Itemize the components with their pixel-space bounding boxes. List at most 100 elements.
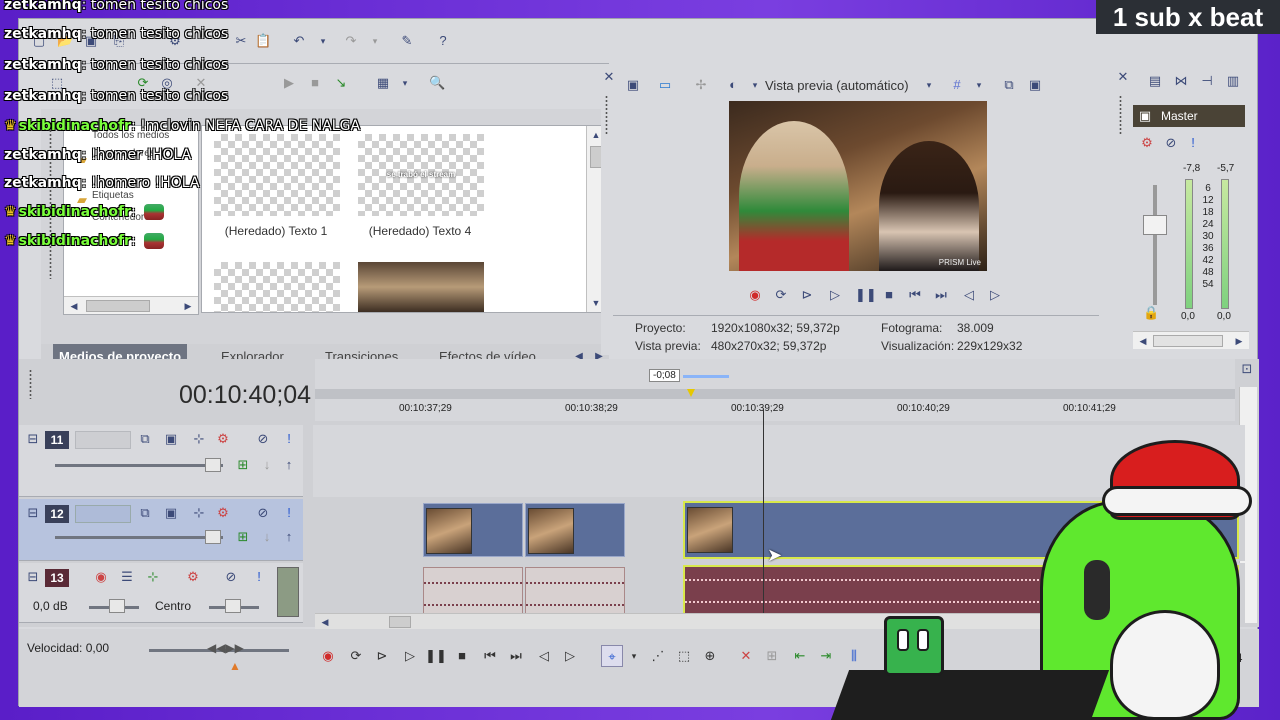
track-header-13[interactable]: ⊟ 13 ◉ ☰ ⊹ ⚙ ⊘ ! 0,0 dB Centro <box>19 563 303 623</box>
play-icon[interactable]: ▶ <box>281 75 297 91</box>
audio-clip[interactable] <box>525 567 625 619</box>
record-icon[interactable]: ◉ <box>747 287 763 303</box>
media-item-thumbnail[interactable]: se trabó el stream <box>358 134 484 216</box>
track-fx-icon[interactable]: ⊹ <box>191 505 207 521</box>
record-icon[interactable]: ◉ <box>317 645 339 667</box>
pause-icon[interactable]: ❚❚ <box>855 287 877 303</box>
save-snapshot-icon[interactable]: ▣ <box>1027 77 1043 93</box>
stop-icon[interactable]: ■ <box>307 75 323 91</box>
play-from-start-icon[interactable]: ⊳ <box>371 645 393 667</box>
overlays-icon[interactable]: # <box>949 77 965 93</box>
scroll-thumb[interactable] <box>389 616 411 628</box>
go-to-end-icon[interactable]: ⏭ <box>933 287 949 303</box>
track-fx-icon[interactable]: ⊹ <box>191 431 207 447</box>
track-lane-11[interactable] <box>313 425 1245 497</box>
expand-track-icon[interactable]: ⊞ <box>235 529 251 545</box>
loop-region[interactable] <box>683 375 729 378</box>
play-icon[interactable]: ▷ <box>827 287 843 303</box>
stop-icon[interactable]: ■ <box>451 645 473 667</box>
track-motion-icon[interactable]: ⧉ <box>137 505 153 521</box>
audio-clip[interactable] <box>423 567 523 619</box>
solo-icon[interactable]: ! <box>1185 135 1201 151</box>
play-from-start-icon[interactable]: ⊳ <box>799 287 815 303</box>
zoom-tool-icon[interactable]: ⊕ <box>699 645 721 667</box>
pan-slider-knob[interactable] <box>225 599 241 613</box>
auto-preview-icon[interactable]: ↘ <box>333 75 349 91</box>
fx-icon[interactable]: ✢ <box>693 77 709 93</box>
meter-options-icon[interactable]: ▥ <box>1225 73 1241 89</box>
prev-frame-icon[interactable]: ◁ <box>961 287 977 303</box>
play-icon[interactable]: ▷ <box>399 645 421 667</box>
go-to-start-icon[interactable]: ⏮ <box>479 645 501 667</box>
trim-icon[interactable]: ⊞ <box>761 645 783 667</box>
collapse-track-icon[interactable]: ⊟ <box>25 569 41 585</box>
compositing-mode-icon[interactable]: ▣ <box>163 505 179 521</box>
redo-icon[interactable]: ↷ <box>343 33 359 49</box>
external-monitor-icon[interactable]: ▭ <box>657 77 673 93</box>
dim-output-icon[interactable]: ⊣ <box>1199 73 1215 89</box>
expand-track-icon[interactable]: ⊞ <box>235 457 251 473</box>
close-icon[interactable]: ✕ <box>1115 69 1131 85</box>
cursor-marker-icon[interactable] <box>687 389 695 397</box>
scroll-thumb[interactable] <box>1153 335 1223 347</box>
media-item-thumbnail[interactable] <box>214 134 340 216</box>
split-screen-icon[interactable]: ◐ <box>725 77 741 93</box>
move-down-icon[interactable]: ↓ <box>259 529 275 545</box>
paste-icon[interactable]: 📋 <box>255 33 271 49</box>
views-icon[interactable]: ▦ <box>375 75 391 91</box>
next-frame-icon[interactable]: ▷ <box>987 287 1003 303</box>
next-frame-icon[interactable]: ▷ <box>559 645 581 667</box>
copy-snapshot-icon[interactable]: ⧉ <box>1001 77 1017 93</box>
trim-end-icon[interactable]: ⇥ <box>815 645 837 667</box>
compositing-mode-icon[interactable]: ▣ <box>163 431 179 447</box>
volume-slider-knob[interactable] <box>109 599 125 613</box>
search-icon[interactable]: 🔍 <box>429 75 445 91</box>
solo-icon[interactable]: ! <box>251 569 267 585</box>
collapse-track-icon[interactable]: ⊟ <box>25 505 41 521</box>
master-fader-track[interactable] <box>1153 185 1157 305</box>
prev-frame-icon[interactable]: ◁ <box>533 645 555 667</box>
downmix-icon[interactable]: ⋈ <box>1173 73 1189 89</box>
move-down-icon[interactable]: ↓ <box>259 457 275 473</box>
chevron-down-icon[interactable]: ▾ <box>397 75 413 91</box>
move-up-icon[interactable]: ↑ <box>281 529 297 545</box>
move-up-icon[interactable]: ↑ <box>281 457 297 473</box>
solo-icon[interactable]: ! <box>281 505 297 521</box>
settings-gear-icon[interactable]: ⚙ <box>185 569 201 585</box>
media-item-thumbnail[interactable] <box>358 262 484 312</box>
mute-icon[interactable]: ⊘ <box>255 431 271 447</box>
track-fx-icon[interactable]: ⊹ <box>145 569 161 585</box>
scroll-right-icon[interactable]: ▶ <box>180 298 196 314</box>
chevron-down-icon[interactable]: ▾ <box>747 77 763 93</box>
chevron-down-icon[interactable]: ▾ <box>623 645 645 667</box>
trim-start-icon[interactable]: ⇤ <box>789 645 811 667</box>
loop-icon[interactable]: ⟳ <box>345 645 367 667</box>
automation-icon[interactable]: ☰ <box>119 569 135 585</box>
go-to-start-icon[interactable]: ⏮ <box>907 287 923 303</box>
tree-horizontal-scrollbar[interactable]: ◀ ▶ <box>64 296 198 314</box>
lock-icon[interactable]: 🔒 <box>1143 305 1159 321</box>
normal-edit-tool-icon[interactable]: ⌖ <box>601 645 623 667</box>
stop-icon[interactable]: ■ <box>881 287 897 303</box>
cut-icon[interactable]: ✂ <box>233 33 249 49</box>
help-icon[interactable]: ? <box>435 33 451 49</box>
shuttle-knob[interactable]: ◀◀▶▶ <box>207 641 244 655</box>
media-item-label[interactable]: (Heredado) Texto 4 <box>350 224 490 238</box>
close-icon[interactable]: ✕ <box>601 69 617 85</box>
media-item-thumbnail[interactable] <box>214 262 340 312</box>
scroll-left-icon[interactable]: ◀ <box>1135 333 1151 349</box>
chevron-down-icon[interactable]: ▾ <box>921 77 937 93</box>
track-header-11[interactable]: ⊟ 11 ⧉ ▣ ⊹ ⚙ ⊘ ! ⊞ ↓ ↑ <box>19 425 303 497</box>
preview-properties-icon[interactable]: ▣ <box>625 77 641 93</box>
edit-tool-icon[interactable]: ✎ <box>399 33 415 49</box>
mixer-properties-icon[interactable]: ▤ <box>1147 73 1163 89</box>
envelope-tool-icon[interactable]: ⋰ <box>647 645 669 667</box>
delete-icon[interactable]: ✕ <box>735 645 757 667</box>
preview-quality-dropdown[interactable]: Vista previa (automático) <box>765 78 909 93</box>
mute-icon[interactable]: ⊘ <box>1163 135 1179 151</box>
mute-icon[interactable]: ⊘ <box>223 569 239 585</box>
selection-tool-icon[interactable]: ⬚ <box>673 645 695 667</box>
chevron-down-icon[interactable]: ▾ <box>315 33 331 49</box>
marker-icon[interactable]: ⊡ <box>1239 361 1255 377</box>
track-name-field[interactable] <box>75 431 131 449</box>
